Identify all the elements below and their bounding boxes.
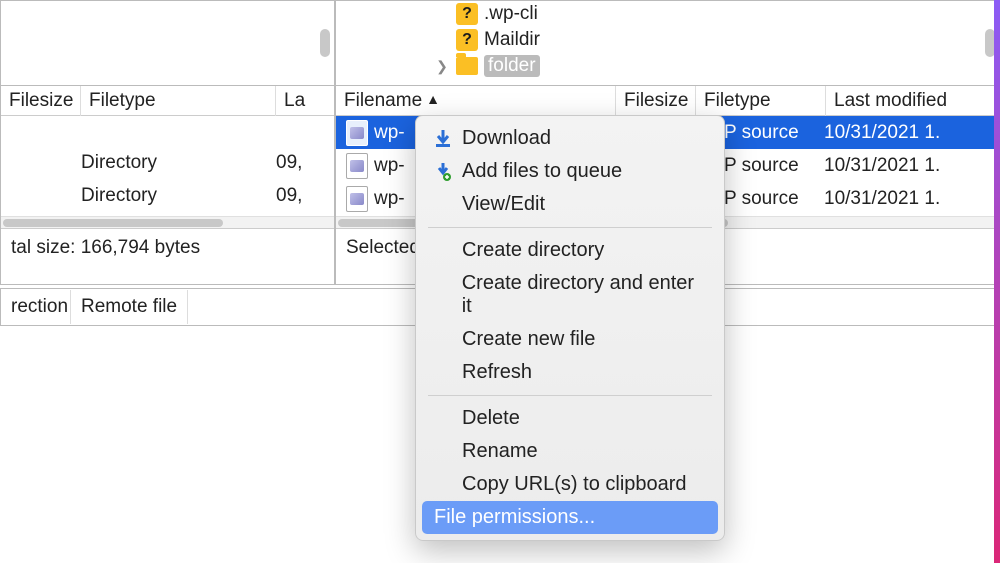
tree-label: Maildir	[484, 29, 540, 51]
menu-delete[interactable]: Delete	[416, 402, 724, 435]
folder-icon	[456, 57, 478, 75]
col-direction[interactable]: rection	[1, 290, 71, 324]
scrollbar-thumb[interactable]	[3, 219, 223, 227]
tree-item[interactable]: ? Maildir	[336, 27, 999, 53]
menu-separator	[428, 227, 712, 228]
menu-label: Download	[462, 127, 551, 150]
add-queue-icon	[434, 163, 452, 181]
unknown-folder-icon: ?	[456, 3, 478, 25]
window-edge-decoration	[994, 0, 1000, 563]
remote-headers[interactable]: Filename▲ Filesize Filetype Last modifie…	[336, 86, 999, 116]
menu-download[interactable]: Download	[416, 122, 724, 155]
local-status: tal size: 166,794 bytes	[1, 228, 334, 266]
menu-label: Add files to queue	[462, 160, 622, 183]
menu-create-directory[interactable]: Create directory	[416, 234, 724, 267]
menu-label: Create new file	[462, 328, 595, 351]
remote-tree[interactable]: ? .wp-cli ? Maildir ❯ folder	[336, 1, 999, 86]
menu-label: Create directory and enter it	[462, 272, 706, 318]
scrollbar-thumb[interactable]	[320, 29, 330, 57]
col-filesize[interactable]: Filesize	[1, 86, 81, 116]
menu-create-file[interactable]: Create new file	[416, 323, 724, 356]
table-row[interactable]: Directory 09,	[1, 179, 334, 212]
col-filetype[interactable]: Filetype	[696, 86, 826, 116]
tree-label: .wp-cli	[484, 3, 538, 25]
col-lastmod[interactable]: La	[276, 86, 334, 116]
table-row	[1, 116, 334, 146]
menu-add-to-queue[interactable]: Add files to queue	[416, 155, 724, 188]
col-filesize[interactable]: Filesize	[616, 86, 696, 116]
menu-label: Refresh	[462, 361, 532, 384]
local-file-list[interactable]: Directory 09, Directory 09,	[1, 116, 334, 216]
col-filetype[interactable]: Filetype	[81, 86, 276, 116]
tree-item[interactable]: ❯ folder	[336, 53, 999, 79]
menu-label: File permissions...	[434, 506, 595, 529]
col-filename[interactable]: Filename▲	[336, 86, 616, 116]
local-hscroll[interactable]	[1, 216, 334, 228]
file-icon	[346, 120, 368, 146]
table-row[interactable]: Directory 09,	[1, 146, 334, 179]
menu-label: Create directory	[462, 239, 604, 262]
file-icon	[346, 153, 368, 179]
menu-label: Delete	[462, 407, 520, 430]
menu-separator	[428, 395, 712, 396]
menu-label: Copy URL(s) to clipboard	[462, 473, 687, 496]
download-icon	[434, 130, 452, 148]
local-tree[interactable]	[1, 1, 334, 86]
sort-ascending-icon: ▲	[426, 91, 440, 107]
menu-label: Rename	[462, 440, 538, 463]
menu-rename[interactable]: Rename	[416, 435, 724, 468]
col-remote-file[interactable]: Remote file	[71, 290, 188, 324]
tree-label: folder	[484, 55, 540, 77]
tree-item[interactable]: ? .wp-cli	[336, 1, 999, 27]
menu-copy-urls[interactable]: Copy URL(s) to clipboard	[416, 468, 724, 501]
unknown-folder-icon: ?	[456, 29, 478, 51]
local-headers[interactable]: Filesize Filetype La	[1, 86, 334, 116]
menu-refresh[interactable]: Refresh	[416, 356, 724, 389]
context-menu: Download Add files to queue View/Edit Cr…	[415, 115, 725, 541]
menu-create-directory-enter[interactable]: Create directory and enter it	[416, 267, 724, 323]
menu-view-edit[interactable]: View/Edit	[416, 188, 724, 221]
file-icon	[346, 186, 368, 212]
chevron-right-icon[interactable]: ❯	[434, 58, 450, 75]
menu-label: View/Edit	[462, 193, 545, 216]
menu-file-permissions[interactable]: File permissions...	[422, 501, 718, 534]
col-lastmod[interactable]: Last modified	[826, 86, 999, 116]
local-pane: Filesize Filetype La Directory 09, Direc…	[0, 0, 335, 285]
